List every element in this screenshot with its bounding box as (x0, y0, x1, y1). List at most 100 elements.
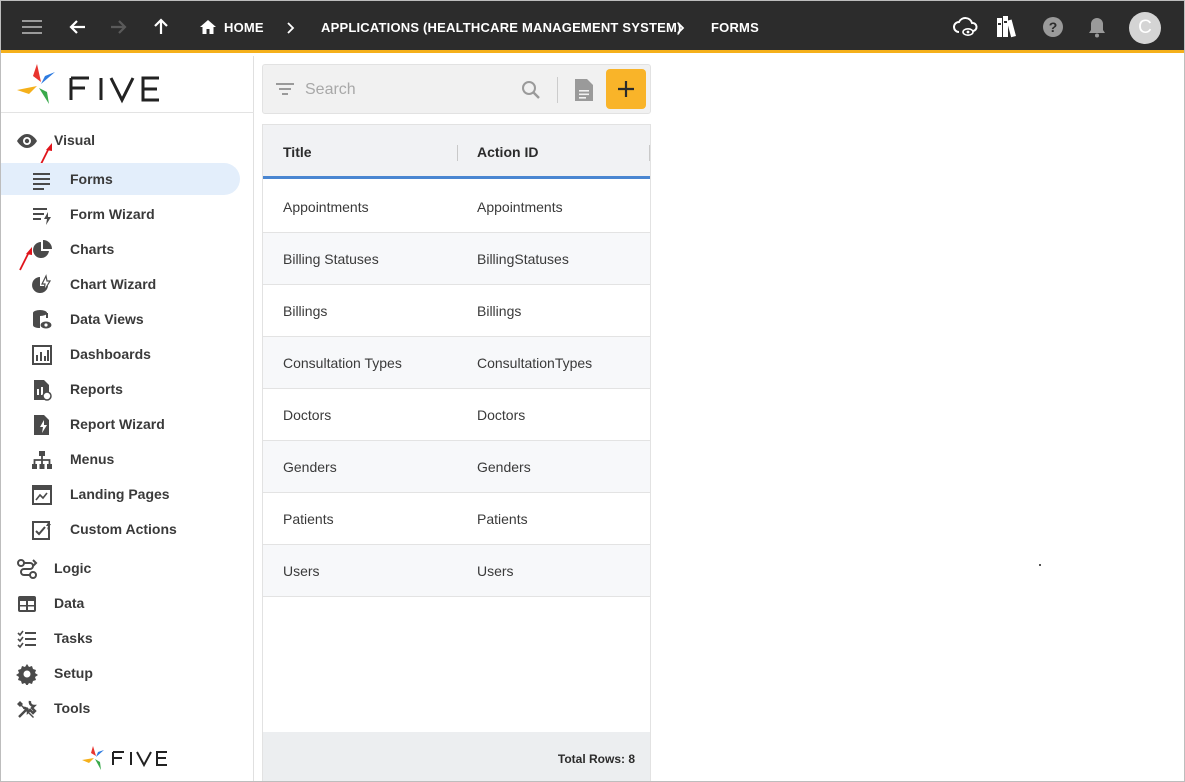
sidebar-item-label: Charts (70, 241, 115, 257)
sidebar-item-label: Data Views (70, 311, 144, 327)
sidebar-item-label: Form Wizard (70, 206, 155, 222)
chevron-right-icon (287, 22, 295, 34)
sidebar-item-form-wizard[interactable]: Form Wizard (1, 198, 254, 230)
cell-title: Billing Statuses (283, 251, 379, 267)
sidebar-item-chart-wizard[interactable]: Chart Wizard (1, 268, 254, 300)
add-button[interactable] (606, 69, 646, 109)
column-separator[interactable] (649, 145, 650, 161)
bell-icon[interactable] (1082, 12, 1112, 42)
plus-icon (618, 81, 634, 97)
up-arrow-icon[interactable] (146, 12, 176, 42)
divider (1, 112, 254, 113)
cell-action-id: Doctors (477, 407, 526, 423)
sitemap-icon (32, 451, 52, 469)
cell-title: Genders (283, 459, 337, 475)
five-logo-small (81, 744, 181, 772)
chevron-right-icon (677, 22, 685, 34)
sidebar-item-label: Visual (54, 132, 95, 148)
sidebar-item-menus[interactable]: Menus (1, 443, 254, 475)
help-icon[interactable]: ? (1038, 12, 1068, 42)
sidebar-item-reports[interactable]: Reports (1, 373, 254, 405)
table-row[interactable]: Billings Billings (263, 285, 650, 337)
sidebar-item-setup[interactable]: Setup (1, 657, 254, 689)
sidebar-item-label: Landing Pages (70, 486, 170, 502)
table-row[interactable]: Genders Genders (263, 441, 650, 493)
sidebar-item-label: Data (54, 595, 85, 611)
table-row[interactable]: Patients Patients (263, 493, 650, 545)
sidebar-item-label: Chart Wizard (70, 276, 157, 292)
table-row[interactable]: Doctors Doctors (263, 389, 650, 441)
top-app-bar: HOME APPLICATIONS (HEALTHCARE MANAGEMENT… (0, 0, 1185, 53)
dot (1039, 564, 1041, 566)
cell-title: Appointments (283, 199, 369, 215)
pie-chart-icon (33, 240, 52, 258)
sidebar-item-data[interactable]: Data (1, 587, 254, 619)
document-icon[interactable] (573, 78, 595, 102)
sidebar-item-label: Forms (70, 171, 113, 187)
cell-action-id: BillingStatuses (477, 251, 569, 267)
cell-title: Consultation Types (283, 355, 402, 371)
table-row[interactable]: Appointments Appointments (263, 181, 650, 233)
database-eye-icon (33, 310, 52, 329)
sidebar-item-tasks[interactable]: Tasks (1, 622, 254, 654)
total-rows: Total Rows: 8 (557, 752, 635, 766)
back-arrow-icon[interactable] (63, 12, 93, 42)
table-icon (18, 596, 36, 612)
sidebar-item-forms[interactable]: Forms (1, 163, 254, 195)
cell-action-id: Billings (477, 303, 522, 319)
custom-action-icon (32, 521, 51, 540)
menu-icon[interactable] (18, 12, 48, 42)
column-header-title[interactable]: Title (283, 144, 312, 160)
column-header-action-id[interactable]: Action ID (477, 144, 538, 160)
eye-icon (17, 134, 37, 148)
table-row[interactable]: Users Users (263, 545, 650, 597)
sidebar-item-custom-actions[interactable]: Custom Actions (1, 513, 254, 545)
cell-action-id: ConsultationTypes (477, 355, 593, 371)
cell-title: Users (283, 563, 320, 579)
sidebar-item-tools[interactable]: Tools (1, 692, 254, 724)
sidebar-item-label: Reports (70, 381, 123, 397)
breadcrumb-home[interactable]: HOME (224, 20, 264, 36)
five-logo (15, 62, 185, 110)
sidebar-item-label: Dashboards (70, 346, 151, 362)
svg-text:?: ? (1049, 19, 1058, 35)
sidebar: Visual Forms Form Wizard Charts Chart Wi… (0, 56, 254, 782)
filter-icon[interactable] (276, 82, 294, 96)
logic-flow-icon (17, 559, 38, 579)
sidebar-item-label: Tasks (54, 630, 93, 646)
sidebar-item-report-wizard[interactable]: Report Wizard (1, 408, 254, 440)
cell-action-id: Appointments (477, 199, 563, 215)
table-header: Title Action ID (263, 125, 650, 179)
table-row[interactable]: Billing Statuses BillingStatuses (263, 233, 650, 285)
home-icon[interactable] (193, 12, 223, 42)
forward-arrow-icon[interactable] (103, 12, 133, 42)
cloud-eye-icon[interactable] (951, 12, 981, 42)
sidebar-item-label: Report Wizard (70, 416, 165, 432)
avatar[interactable]: C (1129, 12, 1161, 44)
landing-page-icon (32, 485, 52, 505)
sidebar-item-data-views[interactable]: Data Views (1, 303, 254, 335)
list-lines-icon (33, 173, 50, 190)
column-separator[interactable] (457, 145, 458, 161)
cell-title: Patients (283, 511, 334, 527)
gear-icon (16, 664, 38, 685)
sidebar-item-label: Tools (54, 700, 91, 716)
sidebar-item-logic[interactable]: Logic (1, 552, 254, 584)
sidebar-item-dashboards[interactable]: Dashboards (1, 338, 254, 370)
cell-action-id: Users (477, 563, 514, 579)
report-wizard-icon (34, 415, 49, 435)
sidebar-item-label: Logic (54, 560, 92, 576)
sidebar-item-label: Menus (70, 451, 115, 467)
breadcrumb-forms[interactable]: FORMS (711, 20, 759, 36)
toolbar-divider (557, 77, 558, 103)
cell-action-id: Genders (477, 459, 531, 475)
breadcrumb-application[interactable]: APPLICATIONS (HEALTHCARE MANAGEMENT SYST… (321, 20, 682, 36)
search-icon[interactable] (521, 80, 541, 100)
sidebar-item-label: Custom Actions (70, 521, 177, 537)
books-icon[interactable] (993, 12, 1023, 42)
cell-title: Doctors (283, 407, 332, 423)
search-input[interactable] (305, 79, 505, 101)
table-row[interactable]: Consultation Types ConsultationTypes (263, 337, 650, 389)
sidebar-item-charts[interactable]: Charts (1, 233, 254, 265)
sidebar-item-landing-pages[interactable]: Landing Pages (1, 478, 254, 510)
